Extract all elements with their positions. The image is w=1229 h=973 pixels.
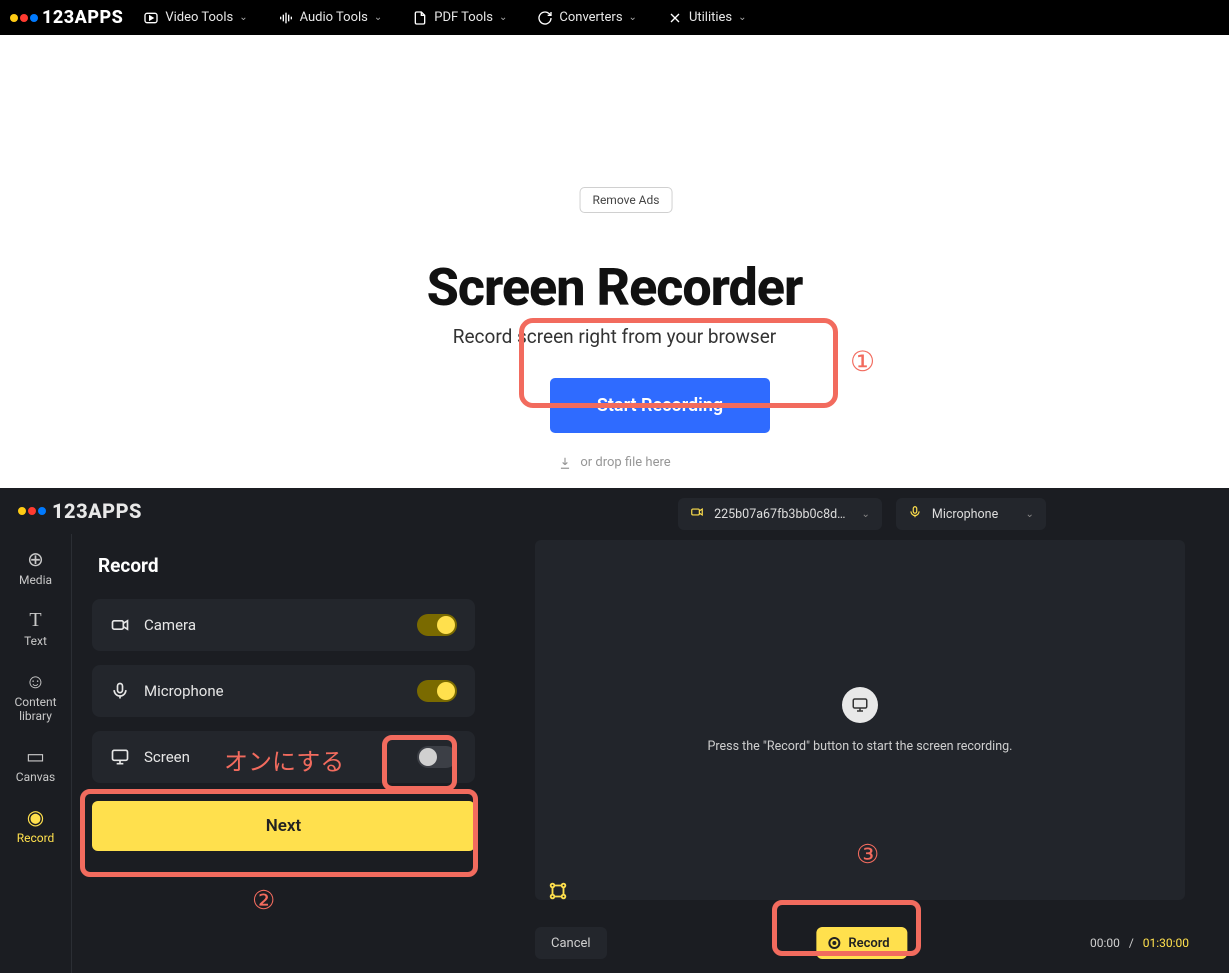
cancel-button[interactable]: Cancel — [535, 927, 607, 959]
annotation-label-1: ① — [850, 345, 875, 378]
document-icon — [412, 10, 428, 26]
monitor-circle-icon — [842, 687, 878, 723]
text-icon: T — [29, 609, 41, 631]
time-current: 00:00 — [1090, 936, 1120, 950]
nav-audio-tools[interactable]: Audio Tools ⌄ — [278, 10, 383, 26]
camera-icon — [110, 615, 130, 635]
chevron-down-icon: ⌄ — [738, 12, 746, 23]
tools-icon — [667, 10, 683, 26]
microphone-label: Microphone — [144, 682, 224, 700]
time-total: 01:30:00 — [1143, 936, 1189, 950]
record-row-microphone: Microphone — [92, 665, 475, 717]
chevron-down-icon: ⌄ — [629, 12, 637, 23]
editor-left-panel: 123APPS ⊕ Media T Text ☺ Content library… — [0, 488, 495, 973]
editor-sidebar: ⊕ Media T Text ☺ Content library ▭ Canva… — [0, 534, 72, 973]
annotation-label-2: ② — [252, 886, 275, 916]
chevron-down-icon: ⌄ — [374, 12, 382, 23]
next-button[interactable]: Next — [92, 801, 475, 851]
camera-toggle[interactable] — [417, 614, 457, 636]
crop-icon[interactable] — [547, 880, 569, 907]
screen-label: Screen — [144, 748, 190, 766]
download-icon — [558, 456, 572, 470]
start-recording-button[interactable]: Start Recording — [550, 378, 770, 433]
nav-pdf-tools[interactable]: PDF Tools ⌄ — [412, 10, 507, 26]
canvas-message: Press the "Record" button to start the s… — [708, 739, 1013, 754]
top-header: 123APPS Video Tools ⌄ Audio Tools ⌄ PDF … — [0, 0, 1229, 35]
sidebar-item-canvas[interactable]: ▭ Canvas — [16, 745, 55, 784]
chevron-down-icon: ⌄ — [1026, 509, 1034, 520]
microphone-icon — [908, 505, 922, 523]
camera-icon — [690, 505, 704, 523]
sidebar-item-record[interactable]: ◉ Record — [17, 806, 55, 845]
drop-file-hint: or drop file here — [0, 455, 1229, 470]
refresh-icon — [537, 10, 553, 26]
record-icon: ◉ — [27, 806, 44, 828]
smiley-icon: ☺ — [25, 670, 45, 692]
play-box-icon — [143, 10, 159, 26]
record-bottom-bar: Cancel Record 00:00 / 01:30:00 — [495, 913, 1229, 973]
remove-ads-button[interactable]: Remove Ads — [580, 187, 673, 213]
record-dot-icon — [828, 937, 840, 949]
camera-label: Camera — [144, 616, 196, 634]
brand-logo[interactable]: 123APPS — [10, 7, 123, 28]
editor-header: 123APPS — [0, 488, 495, 534]
timecode: 00:00 / 01:30:00 — [1090, 936, 1189, 950]
sidebar-item-content-library[interactable]: ☺ Content library — [0, 670, 71, 722]
nav-utilities[interactable]: Utilities ⌄ — [667, 10, 747, 26]
record-row-camera: Camera — [92, 599, 475, 651]
annotation-jp-turn-on: オンにする — [224, 742, 344, 777]
camera-dropdown-label: 225b07a67fb3bb0c8d… — [714, 507, 845, 522]
editor-right-panel: 225b07a67fb3bb0c8d… ⌄ Microphone ⌄ Press… — [495, 488, 1229, 973]
page-title: Screen Recorder — [0, 257, 1229, 318]
waveform-icon — [278, 10, 294, 26]
camera-dropdown[interactable]: 225b07a67fb3bb0c8d… ⌄ — [678, 498, 882, 530]
sidebar-item-text[interactable]: T Text — [24, 609, 47, 648]
monitor-icon — [110, 747, 130, 767]
brand-text: 123APPS — [42, 7, 123, 28]
plus-circle-icon: ⊕ — [27, 548, 44, 570]
microphone-dropdown[interactable]: Microphone ⌄ — [896, 498, 1046, 530]
chevron-down-icon: ⌄ — [499, 12, 507, 23]
microphone-dropdown-label: Microphone — [932, 507, 998, 522]
microphone-icon — [110, 681, 130, 701]
chevron-down-icon: ⌄ — [239, 12, 247, 23]
brand-logo[interactable]: 123APPS — [18, 499, 142, 523]
record-device-bar: 225b07a67fb3bb0c8d… ⌄ Microphone ⌄ — [495, 488, 1229, 540]
nav-video-tools[interactable]: Video Tools ⌄ — [143, 10, 247, 26]
main-nav: Video Tools ⌄ Audio Tools ⌄ PDF Tools ⌄ … — [143, 10, 746, 26]
record-button[interactable]: Record — [816, 927, 907, 959]
page-subtitle: Record screen right from your browser — [0, 325, 1229, 348]
frame-icon: ▭ — [26, 745, 45, 767]
screen-toggle[interactable] — [417, 746, 457, 768]
nav-converters[interactable]: Converters ⌄ — [537, 10, 637, 26]
landing-area: Remove Ads Screen Recorder Record screen… — [0, 35, 1229, 490]
record-section-title: Record — [98, 554, 475, 577]
sidebar-item-media[interactable]: ⊕ Media — [19, 548, 52, 587]
chevron-down-icon: ⌄ — [862, 509, 870, 520]
microphone-toggle[interactable] — [417, 680, 457, 702]
annotation-label-3: ③ — [856, 840, 879, 870]
